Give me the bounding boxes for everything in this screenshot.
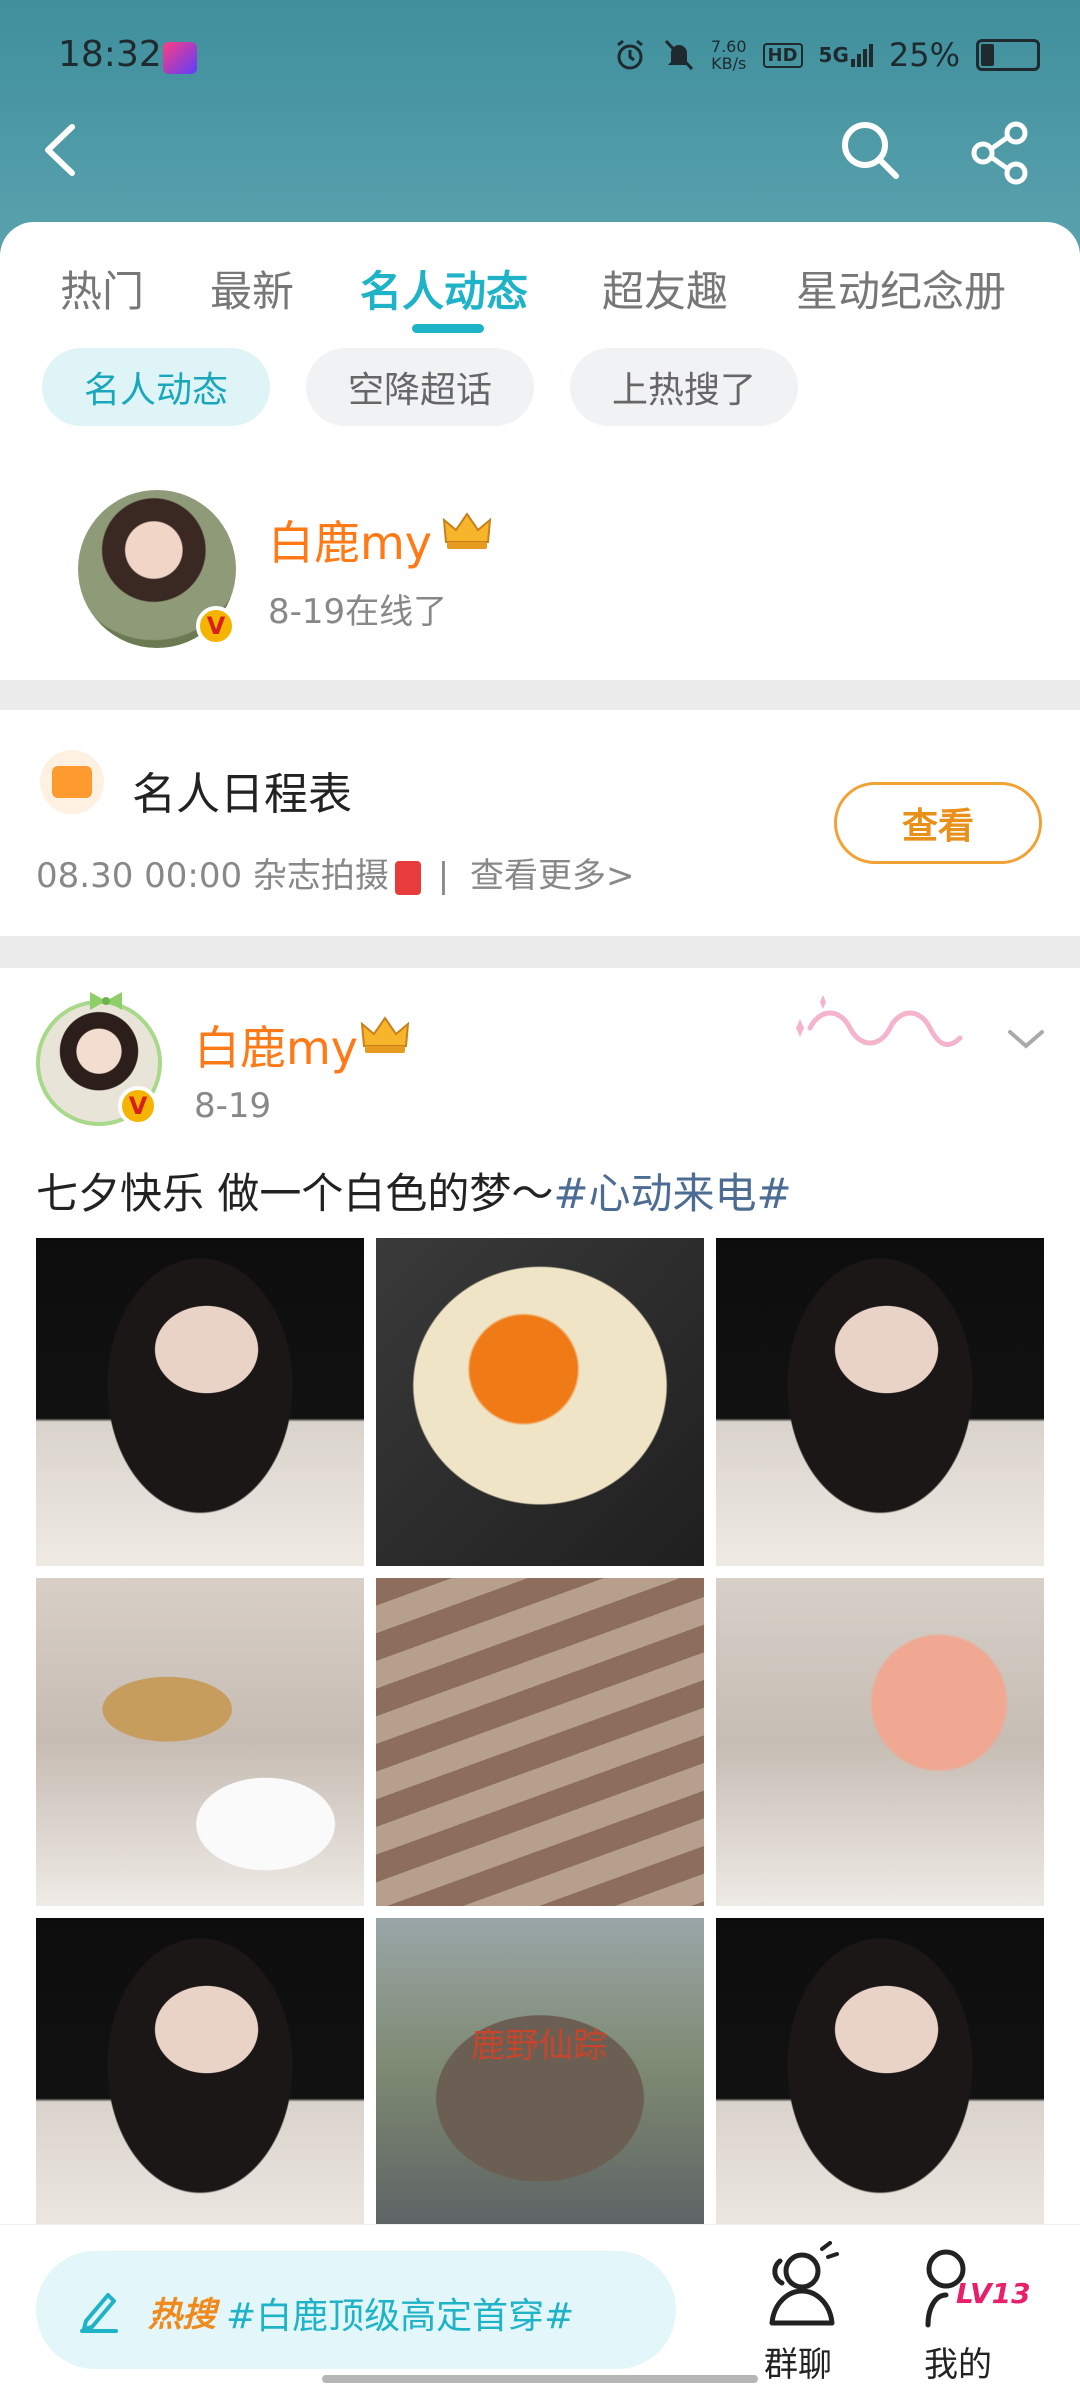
hot-search-label: 热搜: [148, 2295, 216, 2335]
post-date: 8-19: [194, 1086, 272, 1126]
battery-fill: [981, 44, 994, 66]
tab-bar: 热门 最新 名人动态 超友趣 星动纪念册: [0, 258, 1080, 338]
group-chat-nav[interactable]: 群聊: [728, 2241, 868, 2385]
post-photo-2[interactable]: [376, 1238, 704, 1566]
schedule-separator: |: [437, 856, 450, 896]
celebrity-name[interactable]: 白鹿my: [268, 507, 432, 573]
post-photo-4[interactable]: [36, 1578, 364, 1906]
status-bar: 18:32 7.60 KB/s HD 5G 25%: [0, 0, 1080, 110]
hot-search-pill[interactable]: 热搜 #白鹿顶级高定首穿#: [36, 2251, 676, 2369]
hd-badge: HD: [762, 42, 803, 68]
schedule-more-link[interactable]: 查看更多>: [470, 856, 635, 896]
schedule-line: 08.30 00:00 杂志拍摄 | 查看更多>: [36, 848, 635, 897]
crown-icon: [442, 512, 492, 549]
post-verified-badge: V: [118, 1086, 158, 1126]
post-photo-6[interactable]: [716, 1578, 1044, 1906]
tab-active-indicator: [412, 324, 484, 333]
post-photo-8[interactable]: 鹿野仙踪: [376, 1918, 704, 2246]
net-speed-unit: KB/s: [711, 54, 747, 73]
post-photo-1[interactable]: [36, 1238, 364, 1566]
post-card: V 白鹿my 8-19 七夕快乐 做一个白色的梦～#心动来电# 鹿野仙踪: [0, 968, 1080, 2288]
schedule-card: 名人日程表 08.30 00:00 杂志拍摄 | 查看更多> 查看: [0, 710, 1080, 936]
mine-nav[interactable]: LV13 我的: [888, 2241, 1031, 2385]
crown-icon: [360, 1016, 410, 1053]
photo-sign-text: 鹿野仙踪: [471, 2026, 607, 2066]
net-speed: 7.60 KB/s: [711, 38, 747, 72]
battery-icon: [976, 39, 1040, 71]
pen-icon: [80, 2293, 118, 2333]
chevron-down-icon[interactable]: [1006, 1024, 1046, 1054]
view-schedule-button[interactable]: 查看: [834, 782, 1042, 864]
share-icon[interactable]: [966, 118, 1036, 188]
content-panel: 热门 最新 名人动态 超友趣 星动纪念册 名人动态 空降超话 上热搜了 V 白鹿…: [0, 222, 1080, 680]
post-body: 七夕快乐 做一个白色的梦～: [36, 1169, 554, 1218]
post-photo-7[interactable]: [36, 1918, 364, 2246]
calendar-icon: [40, 750, 104, 814]
celebrity-online-status: 8-19在线了: [268, 592, 448, 632]
chip-trending[interactable]: 上热搜了: [570, 348, 798, 426]
status-indicators: 7.60 KB/s HD 5G 25%: [613, 36, 1040, 74]
tab-hot[interactable]: 热门: [60, 258, 144, 319]
verified-badge: V: [196, 606, 236, 646]
back-arrow-icon[interactable]: [32, 115, 88, 185]
tab-super-fun[interactable]: 超友趣: [602, 258, 728, 319]
bow-decoration-icon: [90, 992, 122, 1010]
post-photo-3[interactable]: [716, 1238, 1044, 1566]
net-speed-value: 7.60: [710, 37, 747, 56]
level-badge: LV13: [956, 2277, 1031, 2310]
chip-airdrop-topic[interactable]: 空降超话: [306, 348, 534, 426]
search-icon[interactable]: [835, 115, 905, 185]
chip-celebrity-updates[interactable]: 名人动态: [42, 348, 270, 426]
schedule-title: 名人日程表: [132, 769, 352, 820]
tab-celebrity-updates[interactable]: 名人动态: [360, 258, 528, 319]
post-photo-5[interactable]: [376, 1578, 704, 1906]
post-author-name[interactable]: 白鹿my: [194, 1012, 358, 1078]
network-type: 5G: [818, 43, 849, 67]
hot-search-topic[interactable]: #白鹿顶级高定首穿#: [226, 2287, 574, 2339]
post-hashtag[interactable]: #心动来电#: [553, 1169, 791, 1218]
status-time: 18:32: [58, 34, 162, 75]
alarm-icon: [616, 39, 643, 70]
home-indicator[interactable]: [322, 2375, 758, 2383]
app-notification-icon: [163, 42, 197, 74]
mine-label: 我的: [924, 2345, 992, 2385]
post-photo-9[interactable]: [716, 1918, 1044, 2246]
tab-star-album[interactable]: 星动纪念册: [796, 258, 1006, 319]
bottom-bar: 热搜 #白鹿顶级高定首穿# 群聊 LV13 我的: [0, 2224, 1080, 2389]
signal-icon: 5G: [819, 43, 873, 67]
tab-latest[interactable]: 最新: [210, 258, 294, 319]
mute-icon: [664, 39, 693, 71]
schedule-entry: 08.30 00:00 杂志拍摄: [36, 856, 389, 896]
post-text: 七夕快乐 做一个白色的梦～#心动来电#: [36, 1160, 792, 1221]
battery-percent: 25%: [888, 36, 960, 74]
group-chat-icon: [769, 2241, 839, 2326]
love-decoration-icon: [796, 995, 963, 1047]
mailbox-icon: [394, 860, 421, 895]
